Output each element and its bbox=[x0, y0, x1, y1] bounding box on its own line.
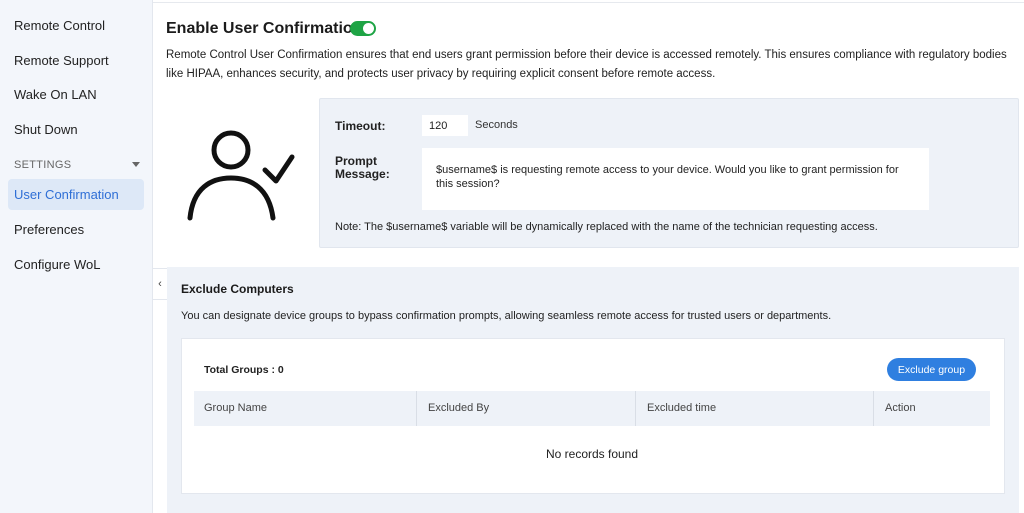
empty-state-message: No records found bbox=[545, 447, 639, 461]
header-divider bbox=[153, 2, 1024, 3]
prompt-message-label: Prompt Message: bbox=[335, 155, 390, 181]
variable-note: Note: The $username$ variable will be dy… bbox=[335, 221, 878, 233]
column-header-excluded-by[interactable]: Excluded By bbox=[418, 391, 636, 426]
sidebar-item-configure-wol[interactable]: Configure WoL bbox=[14, 257, 100, 272]
sidebar-section-label: SETTINGS bbox=[14, 159, 72, 171]
page-description: Remote Control User Confirmation ensures… bbox=[166, 49, 1007, 80]
total-groups-count: Total Groups : 0 bbox=[204, 364, 284, 376]
sidebar-collapse-button[interactable]: ‹ bbox=[153, 268, 168, 300]
column-divider bbox=[873, 391, 874, 426]
sidebar-item-remote-support[interactable]: Remote Support bbox=[14, 53, 109, 68]
chevron-left-icon: ‹ bbox=[158, 278, 162, 290]
column-header-group-name[interactable]: Group Name bbox=[194, 391, 416, 426]
column-header-action: Action bbox=[885, 402, 916, 414]
timeout-input[interactable] bbox=[422, 115, 468, 136]
sidebar-item-preferences[interactable]: Preferences bbox=[14, 222, 84, 237]
prompt-message-field[interactable]: $username$ is requesting remote access t… bbox=[422, 148, 929, 210]
table-header: Group Name Excluded By Excluded time Act… bbox=[194, 391, 990, 426]
enable-confirmation-toggle[interactable] bbox=[350, 21, 376, 36]
prompt-label-line2: Message: bbox=[335, 167, 390, 181]
caret-down-icon bbox=[132, 162, 140, 167]
user-check-icon bbox=[187, 130, 295, 221]
sidebar-item-wake-on-lan[interactable]: Wake On LAN bbox=[14, 87, 97, 102]
exclude-computers-title: Exclude Computers bbox=[181, 282, 294, 296]
column-header-excluded-time[interactable]: Excluded time bbox=[637, 391, 873, 426]
sidebar: Remote Control Remote Support Wake On LA… bbox=[0, 0, 153, 513]
column-divider bbox=[416, 391, 417, 426]
toggle-knob bbox=[363, 23, 374, 34]
sidebar-section-settings[interactable]: SETTINGS bbox=[14, 159, 140, 171]
exclude-group-button[interactable]: Exclude group bbox=[887, 358, 976, 381]
exclude-computers-description: You can designate device groups to bypas… bbox=[181, 310, 832, 322]
timeout-label: Timeout: bbox=[335, 119, 386, 133]
sidebar-item-shut-down[interactable]: Shut Down bbox=[14, 122, 78, 137]
page-title: Enable User Confirmation bbox=[166, 20, 363, 37]
timeout-unit: Seconds bbox=[475, 119, 518, 131]
sidebar-item-remote-control[interactable]: Remote Control bbox=[14, 18, 105, 33]
sidebar-item-user-confirmation-label: User Confirmation bbox=[14, 187, 119, 202]
column-divider bbox=[635, 391, 636, 426]
